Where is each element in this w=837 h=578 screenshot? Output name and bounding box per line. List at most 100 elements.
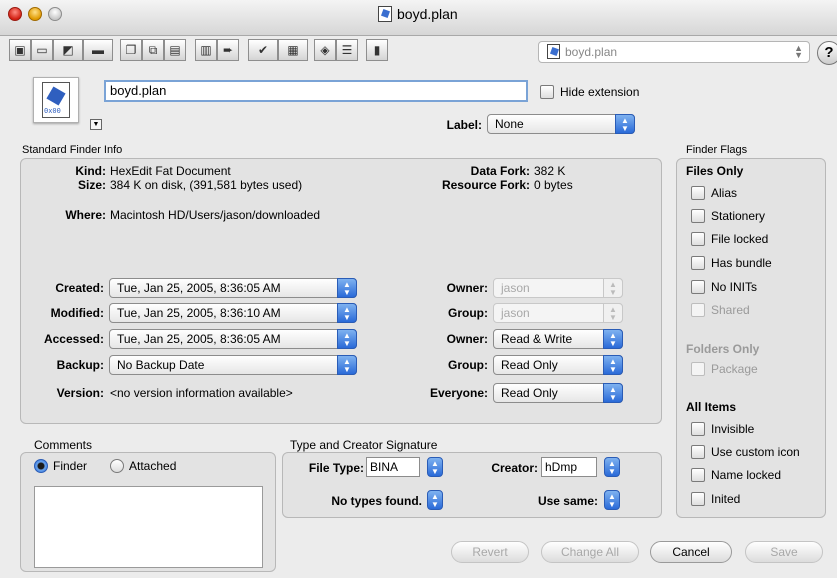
where-label: Where: [65,208,106,222]
data-fork-value: 382 K [534,164,566,178]
stepper-icon: ▲ ▼ [794,43,803,60]
open-with-icon[interactable]: ◩ [53,39,83,61]
popup-arrows-icon: ▲ ▼ [337,329,357,349]
inited-option[interactable]: Inited [691,492,740,506]
change-all-button[interactable]: Change All [541,541,639,563]
hide-extension-option[interactable]: Hide extension [540,85,639,99]
no-inits-option[interactable]: No INITs [691,280,757,294]
duplicate-icon[interactable]: ⧉ [142,39,164,61]
popup-arrows-icon: ▲ ▼ [603,278,623,298]
copy-icon[interactable]: ❐ [120,39,142,61]
name-locked-checkbox[interactable] [691,468,705,482]
group-permission-popup[interactable]: Read Only ▲ ▼ [493,355,623,375]
alias-option[interactable]: Alias [691,186,737,200]
attached-radio-label: Attached [129,459,177,473]
name-locked-label: Name locked [711,468,782,482]
backup-value: No Backup Date [117,358,205,372]
paste-icon[interactable]: ▥ [195,39,217,61]
icon-menu-disclosure[interactable]: ▼ [90,119,102,130]
shared-label: Shared [711,303,750,317]
trash-icon[interactable]: ▮ [366,39,388,61]
file-locked-checkbox[interactable] [691,232,705,246]
name-locked-option[interactable]: Name locked [691,468,781,482]
owner-permission-popup[interactable]: Read & Write ▲ ▼ [493,329,623,349]
backup-label: Backup: [56,358,104,372]
attached-radio[interactable] [110,459,124,473]
owner-value: jason [501,281,530,295]
export-icon[interactable]: ➨ [217,39,239,61]
standard-info-title: Standard Finder Info [22,144,123,156]
file-type-field[interactable]: BINA [366,457,420,477]
shared-checkbox [691,303,705,317]
checkmark-icon[interactable]: ✔ [248,39,278,61]
save-button[interactable]: Save [745,541,823,563]
stationery-option[interactable]: Stationery [691,209,765,223]
version-label: Version: [56,386,104,400]
label-popup[interactable]: None ▲ ▼ [487,114,635,134]
attached-comments-option[interactable]: Attached [110,459,176,473]
file-popup[interactable]: boyd.plan ▲ ▼ [538,41,810,63]
invisible-option[interactable]: Invisible [691,422,754,436]
backup-popup[interactable]: No Backup Date ▲ ▼ [109,355,357,375]
package-label: Package [711,362,758,376]
owner-permission-label: Owner: [446,332,488,346]
file-icon-well[interactable]: 0x00 [33,77,79,123]
creator-label: Creator: [491,461,538,475]
finder-radio[interactable] [34,459,48,473]
finder-comments-option[interactable]: Finder [34,459,87,473]
use-custom-icon-option[interactable]: Use custom icon [691,445,800,459]
creator-menu-icon[interactable]: ▲ ▼ [604,457,620,477]
minimize-button[interactable] [28,7,42,21]
use-same-menu-icon[interactable]: ▲ ▼ [604,490,620,510]
help-button[interactable]: ? [817,41,837,65]
resource-fork-value: 0 bytes [534,178,573,192]
info-view-icon[interactable]: ▣ [9,39,31,61]
invisible-checkbox[interactable] [691,422,705,436]
package-checkbox [691,362,705,376]
file-locked-option[interactable]: File locked [691,232,768,246]
close-button[interactable] [8,7,22,21]
size-value: 384 K on disk, (391,581 bytes used) [110,178,303,192]
creator-field[interactable]: hDmp [541,457,597,477]
alias-checkbox[interactable] [691,186,705,200]
popup-arrows-icon: ▲ ▼ [603,329,623,349]
package-option: Package [691,362,758,376]
file-type-menu-icon[interactable]: ▲ ▼ [427,457,443,477]
accessed-value: Tue, Jan 25, 2005, 8:36:05 AM [117,332,281,346]
tag-icon[interactable]: ◈ [314,39,336,61]
accessed-popup[interactable]: Tue, Jan 25, 2005, 8:36:05 AM ▲ ▼ [109,329,357,349]
stationery-checkbox[interactable] [691,209,705,223]
popup-arrows-icon: ▲ ▼ [615,114,635,134]
document-icon [378,6,392,22]
all-items-heading: All Items [686,400,737,414]
modified-popup[interactable]: Tue, Jan 25, 2005, 8:36:10 AM ▲ ▼ [109,303,357,323]
label-caption: Label: [446,118,482,132]
title-bar[interactable]: boyd.plan [0,0,837,36]
hide-extension-checkbox[interactable] [540,85,554,99]
page-icon[interactable]: ▤ [164,39,186,61]
comments-textarea[interactable] [34,486,263,568]
created-popup[interactable]: Tue, Jan 25, 2005, 8:36:05 AM ▲ ▼ [109,278,357,298]
no-inits-checkbox[interactable] [691,280,705,294]
has-bundle-label: Has bundle [711,256,772,270]
clipboard-icon[interactable]: ▦ [278,39,308,61]
revert-button[interactable]: Revert [451,541,529,563]
cancel-button[interactable]: Cancel [650,541,732,563]
file-name-field[interactable]: boyd.plan [104,80,528,102]
use-custom-icon-checkbox[interactable] [691,445,705,459]
modified-label: Modified: [50,306,104,320]
inited-checkbox[interactable] [691,492,705,506]
has-bundle-option[interactable]: Has bundle [691,256,772,270]
folder-icon[interactable]: ▭ [31,39,53,61]
file-popup-value: boyd.plan [565,45,618,59]
list-icon[interactable]: ☰ [336,39,358,61]
owner-popup: jason ▲ ▼ [493,278,623,298]
everyone-permission-popup[interactable]: Read Only ▲ ▼ [493,383,623,403]
action-menu-icon[interactable]: ▬ [83,39,113,61]
window-title: boyd.plan [378,6,458,22]
zoom-button[interactable] [48,7,62,21]
types-menu-icon[interactable]: ▲ ▼ [427,490,443,510]
owner-permission-value: Read & Write [501,332,573,346]
toolbar: ▣ ▭ ◩ ▬ ❐ ⧉ ▤ ▥ ➨ ✔ ▦ ◈ ☰ ▮ boyd.plan ▲ ▼… [0,37,837,65]
has-bundle-checkbox[interactable] [691,256,705,270]
